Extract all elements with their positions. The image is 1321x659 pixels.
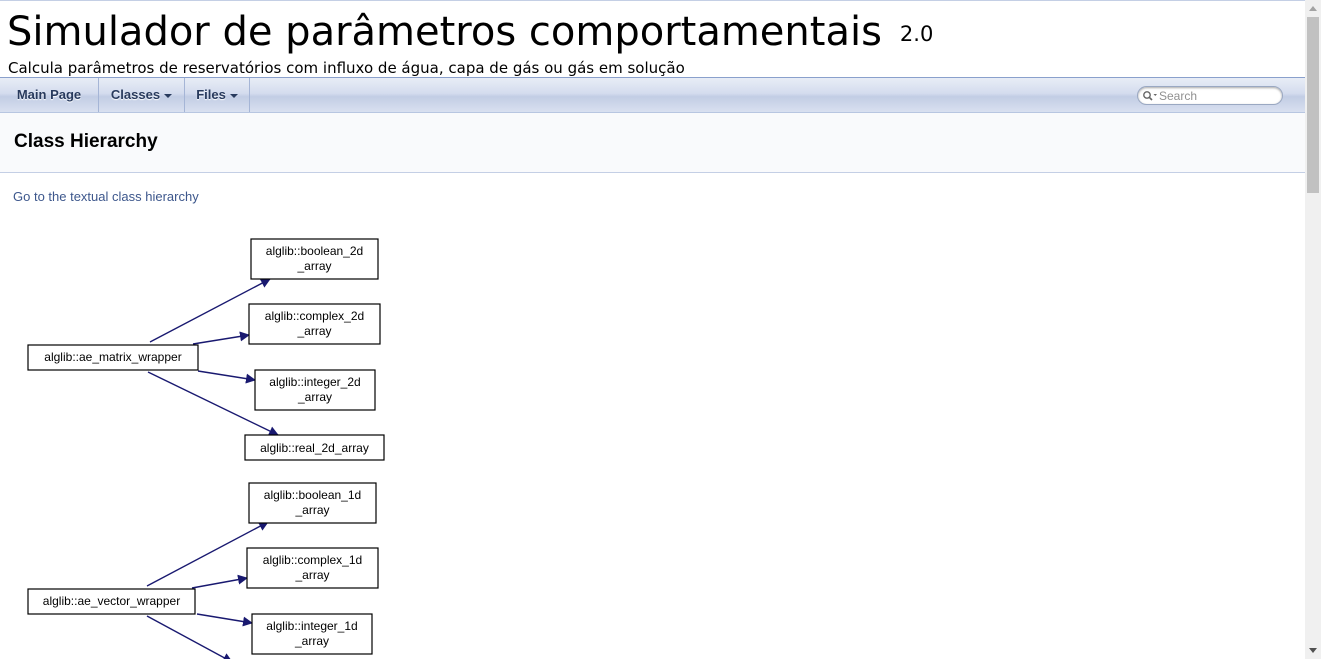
class-node-label: alglib::ae_matrix_wrapper — [44, 350, 181, 364]
class-node[interactable]: alglib::complex_1d _array — [246, 547, 379, 589]
class-node-label: alglib::boolean_1d — [264, 488, 361, 502]
class-node-label: _array — [294, 503, 329, 517]
class-node[interactable]: alglib::boolean_2d _array — [250, 238, 379, 280]
class-node-label: alglib::integer_1d — [266, 619, 357, 633]
class-node[interactable]: alglib::integer_1d _array — [251, 613, 373, 655]
page: Simulador de parâmetros comportamentais 2… — [0, 0, 1305, 659]
class-hierarchy-graph: alglib::ae_matrix_wrapper alglib::boolea… — [27, 238, 385, 659]
scroll-up-arrow-icon[interactable] — [1305, 0, 1321, 17]
class-node-label: alglib::complex_1d — [263, 553, 362, 567]
vertical-scrollbar[interactable] — [1305, 0, 1321, 659]
class-node-label: _array — [296, 324, 331, 338]
inheritance-edge — [191, 574, 248, 589]
class-node[interactable]: alglib::integer_2d _array — [254, 369, 376, 411]
class-node-label: _array — [297, 390, 332, 404]
scroll-down-arrow-icon[interactable] — [1305, 642, 1321, 659]
class-node-label: alglib::integer_2d — [269, 375, 360, 389]
class-node-label: alglib::ae_vector_wrapper — [43, 594, 180, 608]
class-node-label: alglib::boolean_2d — [266, 244, 363, 258]
class-node[interactable]: alglib::real_2d_array — [244, 434, 385, 461]
class-node-label: _array — [294, 568, 329, 582]
scrollbar-thumb[interactable] — [1307, 17, 1319, 193]
inheritance-edge — [196, 613, 253, 627]
class-node-label: _array — [294, 634, 329, 648]
class-node[interactable]: alglib::ae_matrix_wrapper — [27, 344, 199, 371]
class-node[interactable]: alglib::ae_vector_wrapper — [27, 588, 196, 615]
class-node-label: _array — [296, 259, 331, 273]
class-node-label: alglib::complex_2d — [265, 309, 364, 323]
inheritance-edge — [197, 370, 256, 384]
inheritance-edge — [146, 615, 233, 659]
class-node[interactable]: alglib::boolean_1d _array — [248, 482, 377, 524]
class-node-label: alglib::real_2d_array — [260, 441, 369, 455]
class-node[interactable]: alglib::complex_2d _array — [248, 303, 381, 345]
inheritance-edge — [192, 331, 250, 345]
